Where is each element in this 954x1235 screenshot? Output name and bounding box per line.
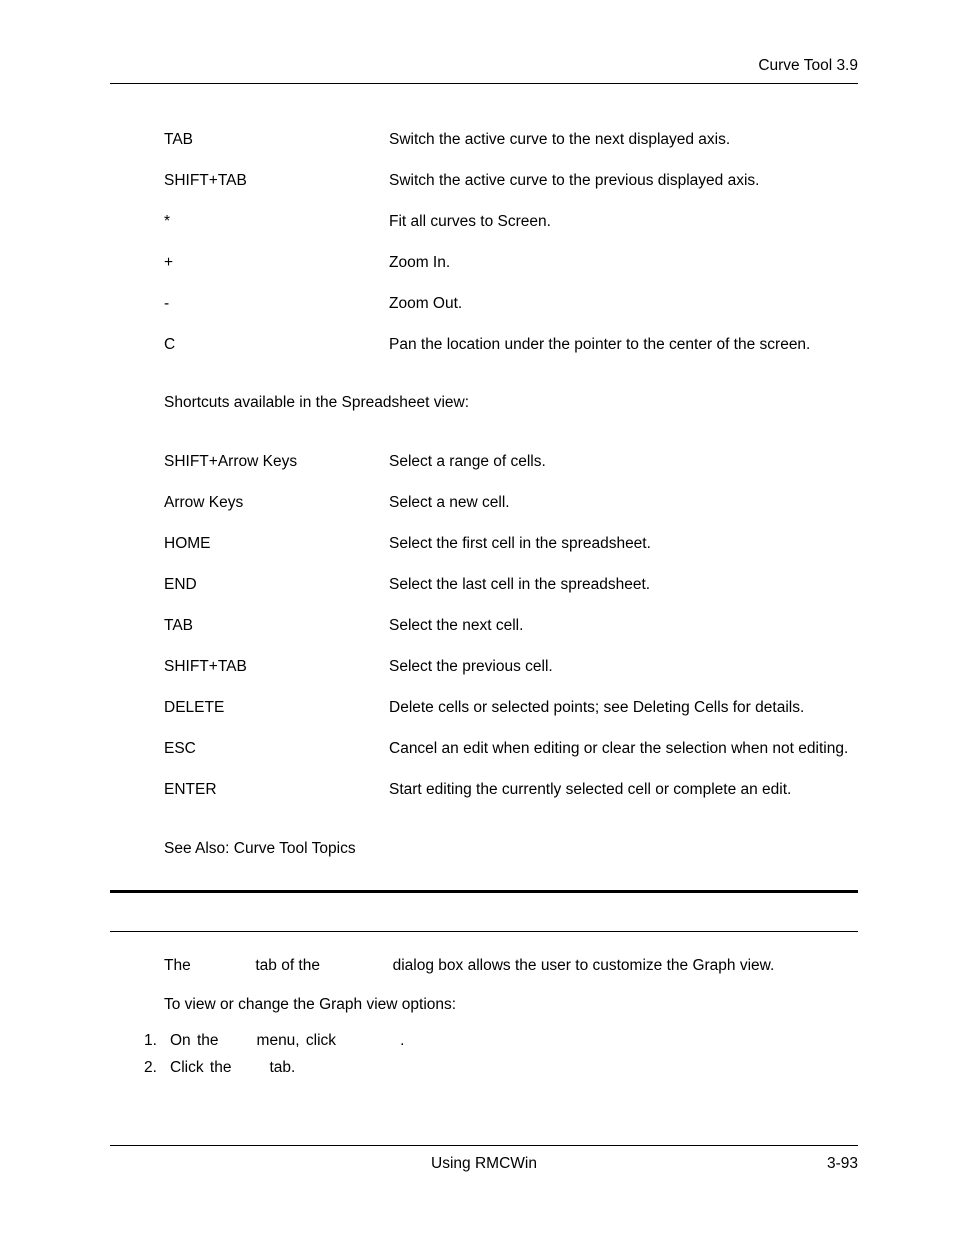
running-header: Curve Tool 3.9 xyxy=(110,56,858,84)
step-number: 2. xyxy=(142,1058,170,1079)
shortcut-description: Zoom Out. xyxy=(389,284,858,325)
shortcut-row: ENTERStart editing the currently selecte… xyxy=(164,770,858,811)
shortcut-key: SHIFT+TAB xyxy=(164,647,389,688)
step-body: On the menu, click. xyxy=(170,1031,858,1052)
text: The xyxy=(164,957,191,974)
shortcut-description: Select a new cell. xyxy=(389,483,858,524)
shortcut-key: + xyxy=(164,243,389,284)
shortcut-row: CPan the location under the pointer to t… xyxy=(164,325,858,366)
shortcut-row: TABSelect the next cell. xyxy=(164,606,858,647)
shortcut-key: TAB xyxy=(164,120,389,161)
graph-options-steps: 1.On the menu, click. 2.Click the tab. xyxy=(110,1031,858,1079)
spreadsheet-intro: Shortcuts available in the Spreadsheet v… xyxy=(164,393,858,414)
text: On the xyxy=(170,1032,219,1049)
shortcut-key: C xyxy=(164,325,389,366)
shortcut-row: Arrow KeysSelect a new cell. xyxy=(164,483,858,524)
footer-center: Using RMCWin xyxy=(110,1154,858,1175)
shortcut-description: Switch the active curve to the next disp… xyxy=(389,120,858,161)
shortcut-row: DELETEDelete cells or selected points; s… xyxy=(164,688,858,729)
shortcut-row: ESCCancel an edit when editing or clear … xyxy=(164,729,858,770)
shortcut-row: -Zoom Out. xyxy=(164,284,858,325)
text: Click the xyxy=(170,1059,231,1076)
shortcut-key: TAB xyxy=(164,606,389,647)
header-text: Curve Tool 3.9 xyxy=(758,57,858,74)
step-body: Click the tab. xyxy=(170,1058,858,1079)
shortcut-row: SHIFT+TABSelect the previous cell. xyxy=(164,647,858,688)
graph-shortcuts-table: TABSwitch the active curve to the next d… xyxy=(164,120,858,366)
shortcut-description: Pan the location under the pointer to th… xyxy=(389,325,858,366)
graph-options-line2: To view or change the Graph view options… xyxy=(164,995,858,1016)
shortcut-description: Select a range of cells. xyxy=(389,442,858,483)
shortcut-description: Select the last cell in the spreadsheet. xyxy=(389,565,858,606)
shortcut-key: * xyxy=(164,202,389,243)
shortcut-description: Select the next cell. xyxy=(389,606,858,647)
shortcut-key: - xyxy=(164,284,389,325)
shortcut-row: *Fit all curves to Screen. xyxy=(164,202,858,243)
shortcut-key: DELETE xyxy=(164,688,389,729)
shortcut-key: ESC xyxy=(164,729,389,770)
shortcut-description: Zoom In. xyxy=(389,243,858,284)
shortcut-key: Arrow Keys xyxy=(164,483,389,524)
spreadsheet-shortcuts-table: SHIFT+Arrow KeysSelect a range of cells.… xyxy=(164,442,858,810)
shortcut-row: ENDSelect the last cell in the spreadshe… xyxy=(164,565,858,606)
shortcut-key: END xyxy=(164,565,389,606)
text: . xyxy=(400,1032,404,1049)
shortcut-row: SHIFT+Arrow KeysSelect a range of cells. xyxy=(164,442,858,483)
text: tab of the xyxy=(255,957,320,974)
see-also: See Also: Curve Tool Topics xyxy=(164,839,858,860)
shortcut-description: Select the first cell in the spreadsheet… xyxy=(389,524,858,565)
shortcut-row: HOMESelect the first cell in the spreads… xyxy=(164,524,858,565)
step-row: 1.On the menu, click. xyxy=(142,1031,858,1052)
shortcut-key: HOME xyxy=(164,524,389,565)
section-divider-thick xyxy=(110,890,858,893)
text: tab. xyxy=(269,1059,295,1076)
graph-options-line1: The tab of the dialog box allows the use… xyxy=(164,956,858,977)
shortcut-description: Switch the active curve to the previous … xyxy=(389,161,858,202)
shortcut-key: SHIFT+Arrow Keys xyxy=(164,442,389,483)
shortcut-key: SHIFT+TAB xyxy=(164,161,389,202)
shortcut-key: ENTER xyxy=(164,770,389,811)
shortcut-description: Select the previous cell. xyxy=(389,647,858,688)
step-number: 1. xyxy=(142,1031,170,1052)
page-footer: Using RMCWin 3-93 xyxy=(110,1145,858,1175)
section-divider-thin xyxy=(110,931,858,932)
text: menu, click xyxy=(257,1032,337,1049)
shortcut-row: TABSwitch the active curve to the next d… xyxy=(164,120,858,161)
shortcut-description: Start editing the currently selected cel… xyxy=(389,770,858,811)
shortcut-row: +Zoom In. xyxy=(164,243,858,284)
shortcut-row: SHIFT+TABSwitch the active curve to the … xyxy=(164,161,858,202)
shortcut-description: Cancel an edit when editing or clear the… xyxy=(389,729,858,770)
text: dialog box allows the user to customize … xyxy=(393,957,775,974)
step-row: 2.Click the tab. xyxy=(142,1058,858,1079)
shortcut-description: Fit all curves to Screen. xyxy=(389,202,858,243)
shortcut-description: Delete cells or selected points; see Del… xyxy=(389,688,858,729)
